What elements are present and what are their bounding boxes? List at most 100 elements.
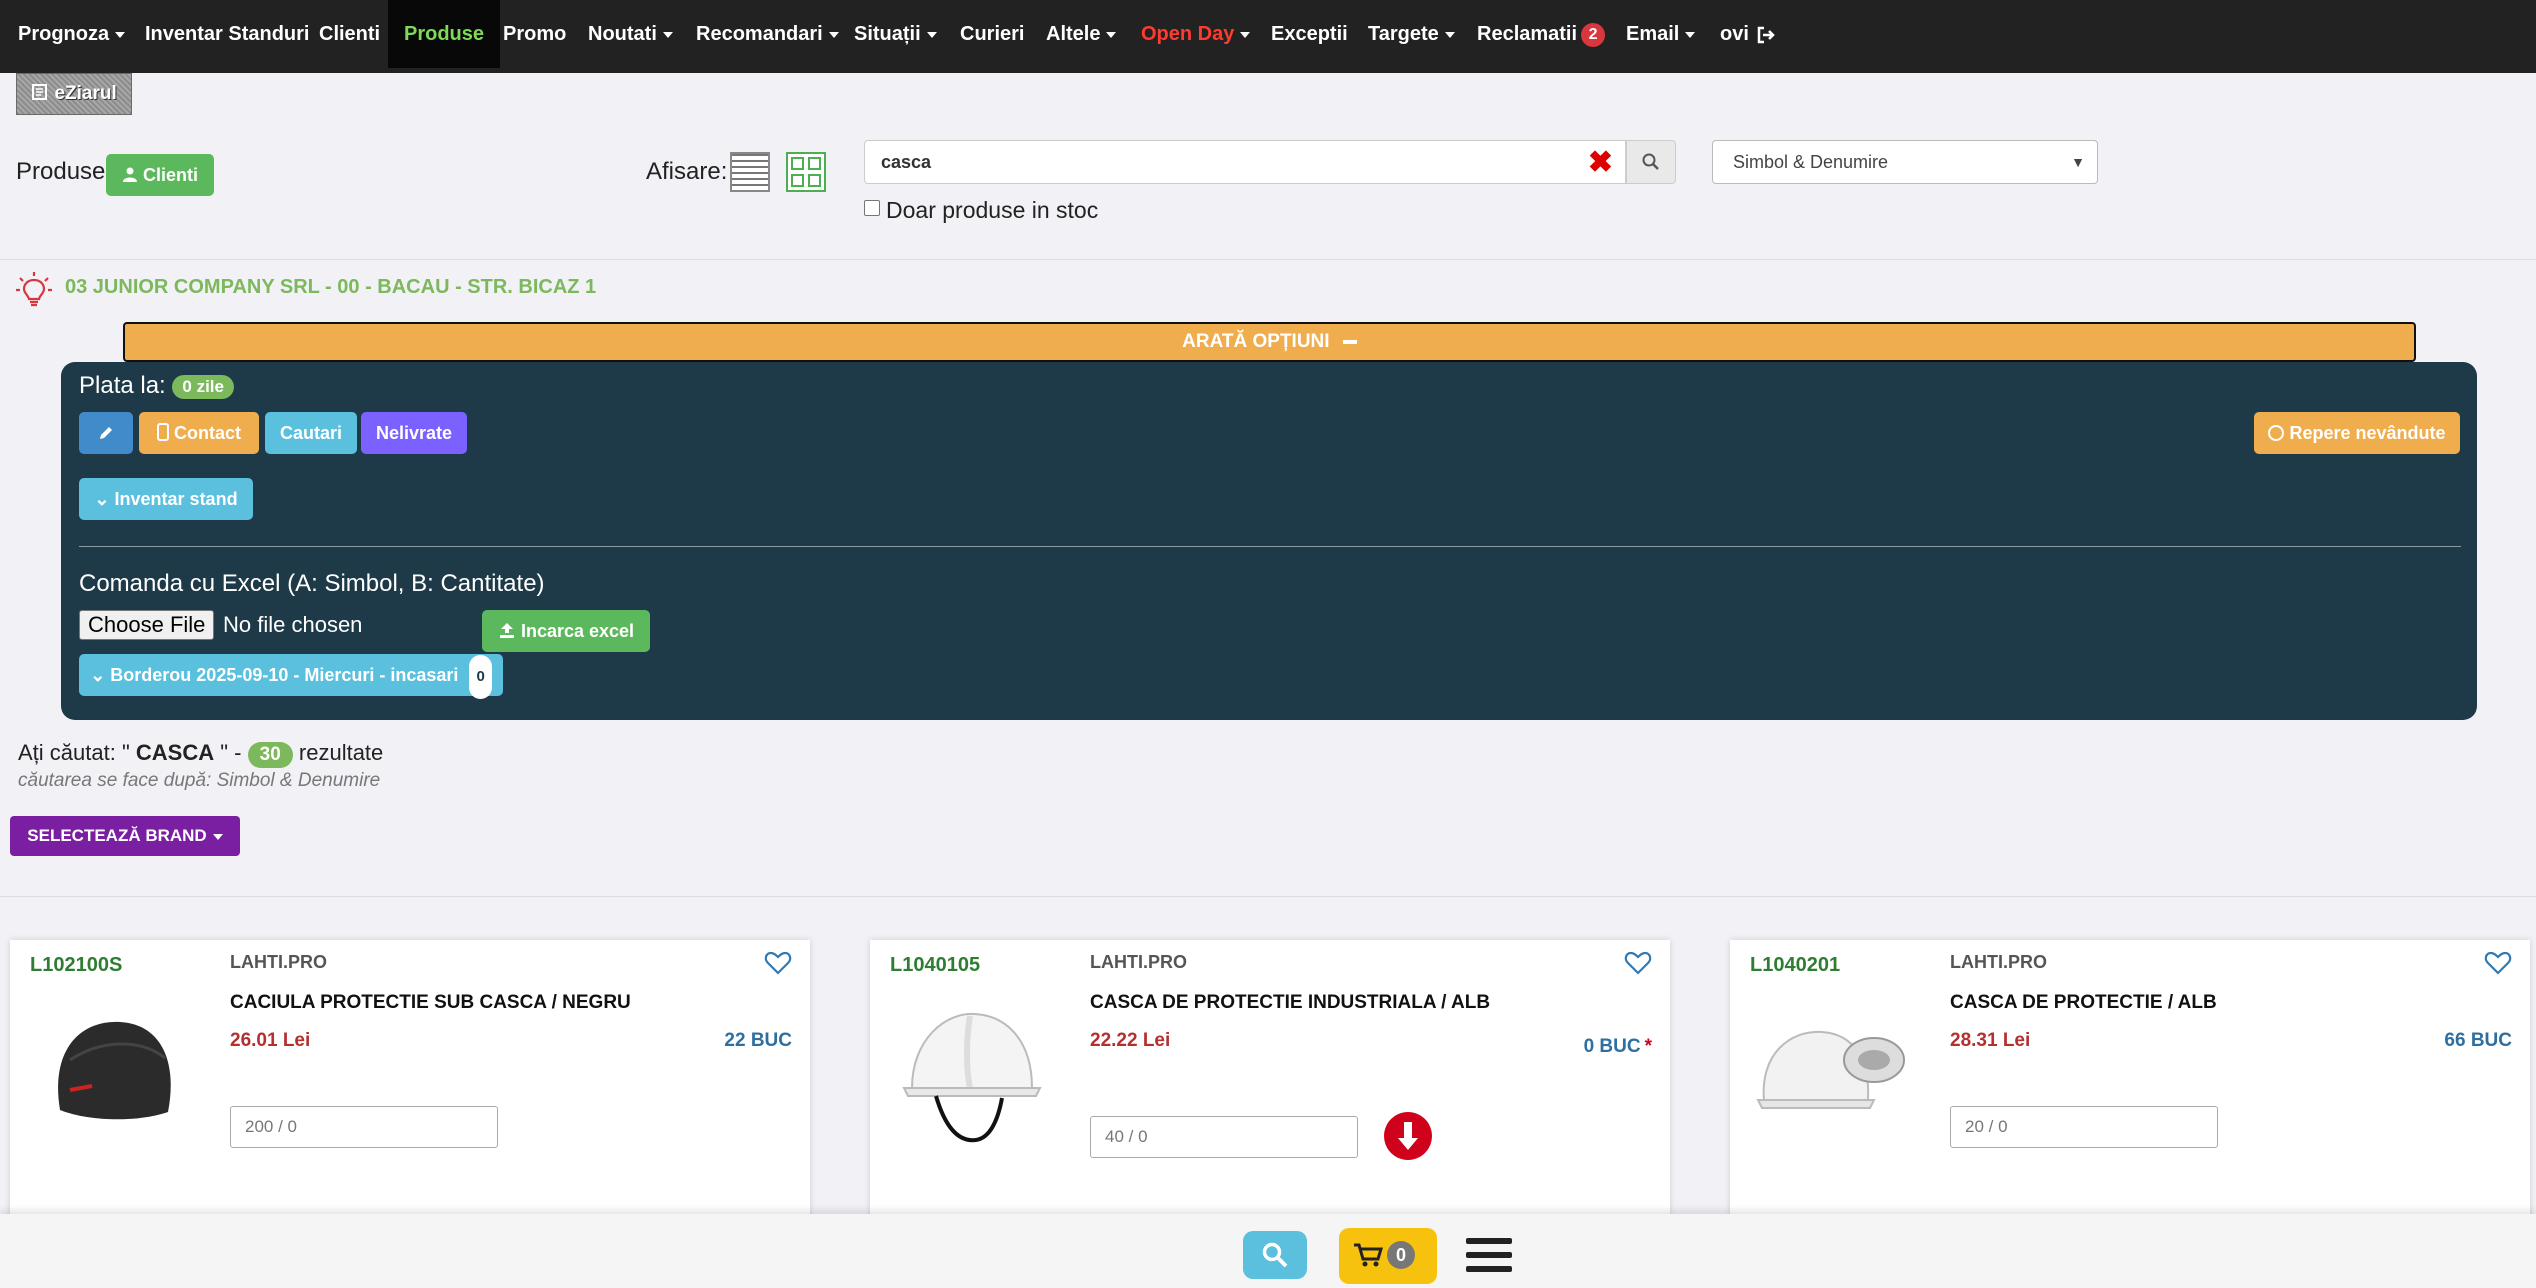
nav-produse[interactable]: Produse <box>388 0 501 68</box>
quantity-input[interactable]: 40 / 0 <box>1090 1116 1358 1158</box>
product-stock: 22 BUC <box>724 1030 792 1051</box>
product-brand: LAHTI.PRO <box>230 952 327 972</box>
nav-user-logout[interactable]: ovi <box>1720 0 1776 68</box>
upload-icon <box>499 623 514 638</box>
product-code[interactable]: L102100S <box>30 954 122 977</box>
plata-row: Plata la: 0 zile <box>79 372 234 400</box>
edit-button[interactable] <box>79 412 133 454</box>
list-view-icon[interactable] <box>730 152 770 192</box>
clear-search-icon[interactable]: ✖ <box>1588 145 1613 180</box>
nav-curieri[interactable]: Curieri <box>960 0 1024 68</box>
divider <box>0 259 2536 260</box>
cart-count-badge: 0 <box>1387 1241 1415 1269</box>
in-stock-checkbox[interactable] <box>864 200 880 216</box>
search-value: casca <box>881 152 932 172</box>
search-summary: Ați căutat: " CASCA " - 30 rezultate <box>18 740 383 768</box>
product-title[interactable]: CASCA DE PROTECTIE / ALB <box>1950 992 2217 1014</box>
document-icon <box>32 84 48 100</box>
client-options-panel: Plata la: 0 zile Contact Cautari Nelivra… <box>61 362 2477 720</box>
select-brand-button[interactable]: SELECTEAZĂ BRAND <box>10 816 240 856</box>
search-icon <box>1262 1242 1288 1268</box>
nav-reclamatii[interactable]: Reclamatii 2 <box>1477 0 1606 68</box>
minus-icon <box>1342 339 1357 344</box>
search-mode-note: căutarea se face după: Simbol & Denumire <box>18 770 381 791</box>
reclamatii-badge: 2 <box>1581 22 1606 47</box>
heart-icon[interactable] <box>2484 950 2512 976</box>
search-mode-select[interactable]: Simbol & Denumire ▼ <box>1712 140 2098 184</box>
incarca-excel-button[interactable]: Incarca excel <box>482 610 650 652</box>
divider <box>0 896 2536 897</box>
helmet-image[interactable] <box>1750 990 1912 1152</box>
client-name[interactable]: 03 JUNIOR COMPANY SRL - 00 - BACAU - STR… <box>65 276 596 299</box>
choose-file-button[interactable]: Choose File <box>79 610 215 640</box>
product-price: 26.01 Lei <box>230 1030 311 1051</box>
product-code[interactable]: L1040201 <box>1750 954 1840 977</box>
top-navbar: Prognoza Inventar Standuri Clienti Produ… <box>0 0 2536 73</box>
heart-icon[interactable] <box>1624 950 1652 976</box>
nav-clienti[interactable]: Clienti <box>319 0 380 68</box>
search-icon <box>1642 153 1659 170</box>
excel-label: Comanda cu Excel (A: Simbol, B: Cantitat… <box>79 570 545 597</box>
nav-email[interactable]: Email <box>1626 0 1696 68</box>
produse-label: Produse <box>16 158 106 185</box>
nelivrate-button[interactable]: Nelivrate <box>361 412 467 454</box>
show-options-bar[interactable]: ARATĂ OPȚIUNI <box>123 322 2416 362</box>
chevron-down-icon: ⌄ <box>94 489 110 509</box>
nav-prognoza[interactable]: Prognoza <box>18 0 126 68</box>
nav-targete[interactable]: Targete <box>1368 0 1455 68</box>
chevron-down-icon: ⌄ <box>90 665 106 685</box>
nav-exceptii[interactable]: Exceptii <box>1271 0 1348 68</box>
bottom-search-button[interactable] <box>1243 1231 1307 1279</box>
product-title[interactable]: CASCA DE PROTECTIE INDUSTRIALA / ALB <box>1090 992 1490 1014</box>
plata-value-badge: 0 zile <box>172 374 234 399</box>
bottom-toolbar: 0 <box>0 1214 2536 1288</box>
nav-situatii[interactable]: Situații <box>854 0 937 68</box>
search-input[interactable]: casca ✖ <box>864 140 1626 184</box>
grid-view-icon[interactable] <box>786 152 826 192</box>
quantity-input[interactable]: 20 / 0 <box>1950 1106 2218 1148</box>
pencil-icon <box>100 427 112 439</box>
user-icon <box>122 167 137 182</box>
hamburger-menu-icon[interactable] <box>1466 1238 1512 1272</box>
nav-noutati[interactable]: Noutati <box>588 0 673 68</box>
nav-promo[interactable]: Promo <box>503 0 566 68</box>
chevron-down-icon: ▼ <box>2071 154 2085 170</box>
no-file-label: No file chosen <box>223 612 363 637</box>
product-price: 22.22 Lei <box>1090 1030 1171 1051</box>
borderou-button[interactable]: ⌄ Borderou 2025-09-10 - Miercuri - incas… <box>79 654 503 699</box>
product-stock: 0 BUC * <box>1583 1036 1652 1057</box>
ban-icon <box>2268 425 2285 441</box>
product-stock: 66 BUC <box>2444 1030 2512 1051</box>
borderou-count-badge: 0 <box>469 655 492 699</box>
product-brand: LAHTI.PRO <box>1950 952 2047 972</box>
search-term: CASCA <box>135 740 215 765</box>
search-button[interactable] <box>1626 140 1676 184</box>
cautari-button[interactable]: Cautari <box>265 412 357 454</box>
stock-flag: * <box>1644 1036 1652 1057</box>
product-title[interactable]: CACIULA PROTECTIE SUB CASCA / NEGRU <box>230 992 631 1014</box>
quantity-input[interactable]: 200 / 0 <box>230 1106 498 1148</box>
product-code[interactable]: L1040105 <box>890 954 980 977</box>
heart-icon[interactable] <box>764 950 792 976</box>
nav-inventar-standuri[interactable]: Inventar Standuri <box>145 0 309 68</box>
afisare-label: Afisare: <box>646 158 728 185</box>
nav-altele[interactable]: Altele <box>1046 0 1117 68</box>
contact-button[interactable]: Contact <box>139 412 259 454</box>
inventar-stand-button[interactable]: ⌄ Inventar stand <box>79 478 253 520</box>
results-count-badge: 30 <box>247 742 293 768</box>
ezarul-logo[interactable]: eZiarul <box>16 73 132 115</box>
product-brand: LAHTI.PRO <box>1090 952 1187 972</box>
nav-recomandari[interactable]: Recomandari <box>696 0 839 68</box>
nav-open-day[interactable]: Open Day <box>1141 0 1251 68</box>
clienti-button[interactable]: Clienti <box>106 154 214 196</box>
panel-divider <box>79 546 2461 547</box>
shopping-cart-icon <box>1354 1243 1383 1267</box>
lightbulb-icon <box>16 272 52 307</box>
mobile-phone-icon <box>156 423 169 441</box>
beanie-image[interactable] <box>30 990 192 1152</box>
arrow-down-alert-icon[interactable] <box>1384 1112 1432 1160</box>
repere-nevandute-button[interactable]: Repere nevândute <box>2254 412 2460 454</box>
product-price: 28.31 Lei <box>1950 1030 2031 1051</box>
cart-button[interactable]: 0 <box>1339 1228 1437 1284</box>
helmet-image[interactable] <box>890 990 1052 1152</box>
